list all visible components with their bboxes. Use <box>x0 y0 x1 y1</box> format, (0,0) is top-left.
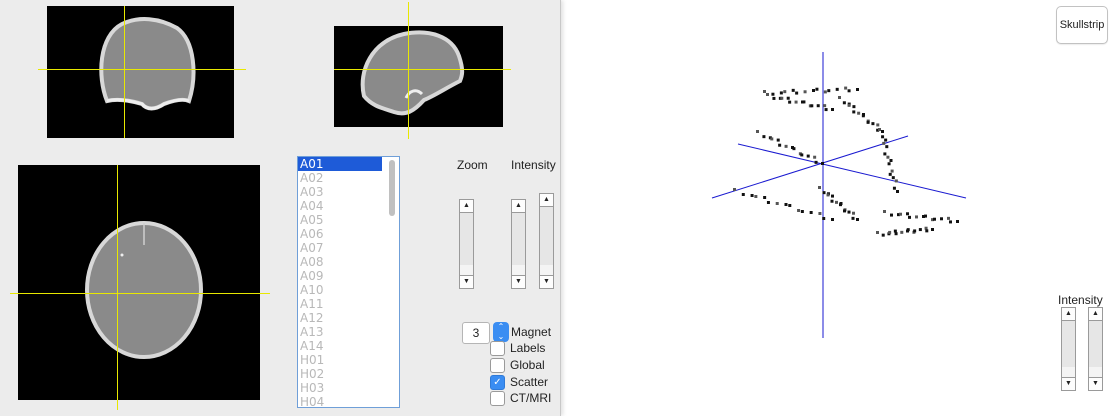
subject-list[interactable]: A01 A02 A03 A04 A05 A06 A07 A08 A09 A10 A11 A12 A13 A… <box>297 156 400 408</box>
stepper-down-icon[interactable]: ⌄ <box>498 332 505 341</box>
ct-mri-checkbox[interactable] <box>490 391 505 406</box>
list-item[interactable]: A06 <box>298 227 399 241</box>
list-scrollbar[interactable] <box>386 157 398 407</box>
crosshair-horizontal-ext <box>260 293 270 294</box>
intensity-min-slider[interactable]: ▲ ▼ <box>511 199 526 289</box>
list-item[interactable]: A04 <box>298 199 399 213</box>
list-item[interactable]: A11 <box>298 297 399 311</box>
list-item[interactable]: A08 <box>298 255 399 269</box>
right-intensity-min-track[interactable] <box>1062 321 1075 367</box>
right-intensity-min-down-arrow-icon[interactable]: ▼ <box>1062 377 1075 390</box>
right-intensity-max-track[interactable] <box>1089 321 1102 367</box>
checkmark-icon: ✓ <box>493 377 502 388</box>
labels-checkbox[interactable] <box>490 341 505 356</box>
list-scrollbar-thumb[interactable] <box>389 160 395 216</box>
crosshair-vertical-ext <box>117 400 118 410</box>
intensity-max-track[interactable] <box>540 207 553 265</box>
sagittal-view[interactable] <box>334 26 503 127</box>
zoom-label: Zoom <box>457 158 488 172</box>
list-item[interactable]: A07 <box>298 241 399 255</box>
sagittal-slice-image <box>360 30 465 116</box>
crosshair-vertical <box>124 6 125 138</box>
y-axis <box>737 143 967 199</box>
skullstrip-button[interactable]: Skullstrip <box>1056 6 1108 44</box>
crosshair-horizontal <box>47 69 234 70</box>
magnet-stepper-button[interactable]: ⌃ ⌄ <box>493 322 509 342</box>
global-checkbox[interactable] <box>490 358 505 373</box>
axial-slice-image <box>85 221 203 359</box>
list-item[interactable]: H04 <box>298 395 399 407</box>
scatter-checkbox[interactable]: ✓ <box>490 375 505 390</box>
viewer-panel: A01 A02 A03 A04 A05 A06 A07 A08 A09 A10 A11 A12 A13 A… <box>0 0 561 416</box>
scatter-checkbox-label: Scatter <box>510 375 549 389</box>
list-item[interactable]: H03 <box>298 381 399 395</box>
scatter-points <box>733 86 959 237</box>
list-item[interactable]: A10 <box>298 283 399 297</box>
right-intensity-max-down-arrow-icon[interactable]: ▼ <box>1089 377 1102 390</box>
ct-mri-checkbox-label: CT/MRI <box>510 391 552 405</box>
coronal-slice-image <box>99 17 196 111</box>
intensity-max-slider[interactable]: ▲ ▼ <box>539 193 554 289</box>
stepper-up-icon[interactable]: ⌃ <box>498 322 505 331</box>
magnet-label: Magnet <box>511 325 552 339</box>
intensity-min-track[interactable] <box>512 213 525 265</box>
crosshair-horizontal <box>18 293 260 294</box>
list-item[interactable]: A01 <box>298 157 382 171</box>
list-item[interactable]: A05 <box>298 213 399 227</box>
crosshair-vertical-ext <box>408 127 409 139</box>
3d-scatter-view[interactable] <box>690 40 990 350</box>
right-intensity-label: Intensity <box>1058 293 1103 307</box>
crosshair-horizontal <box>334 69 503 70</box>
axial-view[interactable] <box>18 165 260 400</box>
list-item[interactable]: A09 <box>298 269 399 283</box>
intensity-label: Intensity <box>511 158 556 172</box>
right-intensity-max-slider[interactable]: ▲ ▼ <box>1088 307 1103 391</box>
crosshair-vertical-ext <box>408 2 409 26</box>
right-intensity-max-up-arrow-icon[interactable]: ▲ <box>1089 308 1102 321</box>
right-intensity-min-up-arrow-icon[interactable]: ▲ <box>1062 308 1075 321</box>
intensity-max-up-arrow-icon[interactable]: ▲ <box>540 194 553 207</box>
magnet-value-field[interactable]: 3 <box>462 322 490 344</box>
zoom-down-arrow-icon[interactable]: ▼ <box>460 275 473 288</box>
crosshair-horizontal-ext <box>503 69 511 70</box>
list-item[interactable]: A03 <box>298 185 399 199</box>
crosshair-horizontal-ext <box>10 293 18 294</box>
crosshair-horizontal-ext <box>38 69 47 70</box>
intensity-min-down-arrow-icon[interactable]: ▼ <box>512 275 525 288</box>
coronal-view[interactable] <box>47 6 234 138</box>
intensity-min-up-arrow-icon[interactable]: ▲ <box>512 200 525 213</box>
labels-checkbox-label: Labels <box>510 341 546 355</box>
zoom-up-arrow-icon[interactable]: ▲ <box>460 200 473 213</box>
zoom-slider-track[interactable] <box>460 213 473 265</box>
crosshair-vertical <box>117 165 118 400</box>
global-checkbox-label: Global <box>510 358 545 372</box>
list-item[interactable]: A02 <box>298 171 399 185</box>
list-item[interactable]: A12 <box>298 311 399 325</box>
crosshair-vertical <box>408 26 409 127</box>
list-item[interactable]: A14 <box>298 339 399 353</box>
list-item[interactable]: H02 <box>298 367 399 381</box>
right-intensity-min-slider[interactable]: ▲ ▼ <box>1061 307 1076 391</box>
list-item[interactable]: A13 <box>298 325 399 339</box>
zoom-slider[interactable]: ▲ ▼ <box>459 199 474 289</box>
list-item[interactable]: H01 <box>298 353 399 367</box>
intensity-max-down-arrow-icon[interactable]: ▼ <box>540 275 553 288</box>
crosshair-horizontal-ext <box>234 69 246 70</box>
